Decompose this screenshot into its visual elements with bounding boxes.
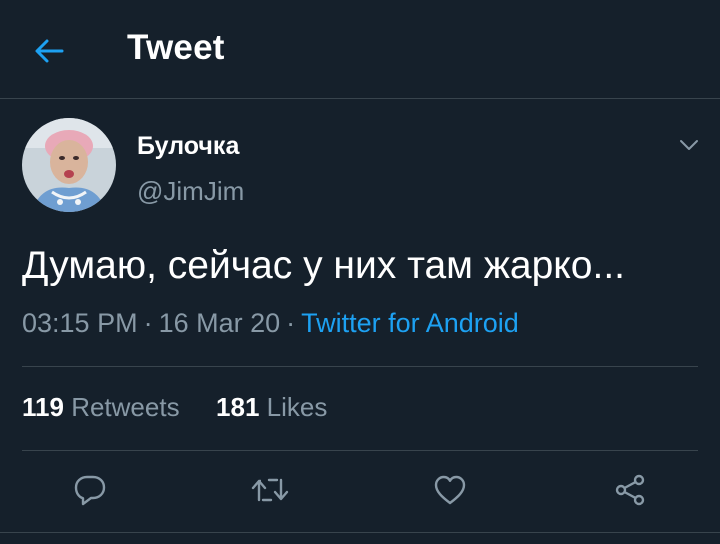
page-title: Tweet — [127, 28, 225, 67]
action-bar — [0, 452, 720, 530]
like-icon — [434, 475, 466, 505]
retweets-stat[interactable]: 119 Retweets — [22, 392, 187, 422]
arrow-left-icon — [35, 39, 64, 63]
meta-separator: · — [286, 308, 296, 338]
tweet-source-link[interactable]: Twitter for Android — [301, 308, 519, 338]
share-icon — [615, 474, 645, 506]
likes-count: 181 — [216, 392, 260, 422]
retweets-count: 119 — [22, 392, 64, 422]
likes-stat[interactable]: 181 Likes — [209, 392, 328, 422]
divider — [22, 450, 698, 451]
divider — [0, 532, 720, 533]
reply-button[interactable] — [68, 468, 112, 512]
tweet-meta: 03:15 PM · 16 Mar 20 · Twitter for Android — [22, 308, 519, 339]
avatar[interactable] — [22, 118, 116, 212]
share-button[interactable] — [608, 468, 652, 512]
more-options-button[interactable] — [674, 130, 704, 160]
author-handle[interactable]: @JimJim — [137, 176, 244, 207]
like-button[interactable] — [428, 468, 472, 512]
back-button[interactable] — [28, 30, 70, 72]
header-bar: Tweet — [0, 0, 720, 99]
tweet-date: 16 Mar 20 — [158, 308, 281, 338]
retweet-button[interactable] — [248, 468, 292, 512]
divider — [22, 366, 698, 367]
chevron-down-icon — [680, 140, 698, 150]
retweets-label: Retweets — [71, 392, 180, 422]
retweet-icon — [251, 478, 289, 502]
tweet-time: 03:15 PM — [22, 308, 138, 338]
tweet-text: Думаю, сейчас у них там жарко... — [22, 244, 625, 287]
meta-separator: · — [143, 308, 153, 338]
reply-icon — [74, 475, 106, 506]
author-display-name[interactable]: Булочка — [137, 132, 239, 161]
likes-label: Likes — [266, 392, 328, 422]
tweet-stats: 119 Retweets 181 Likes — [22, 392, 327, 423]
